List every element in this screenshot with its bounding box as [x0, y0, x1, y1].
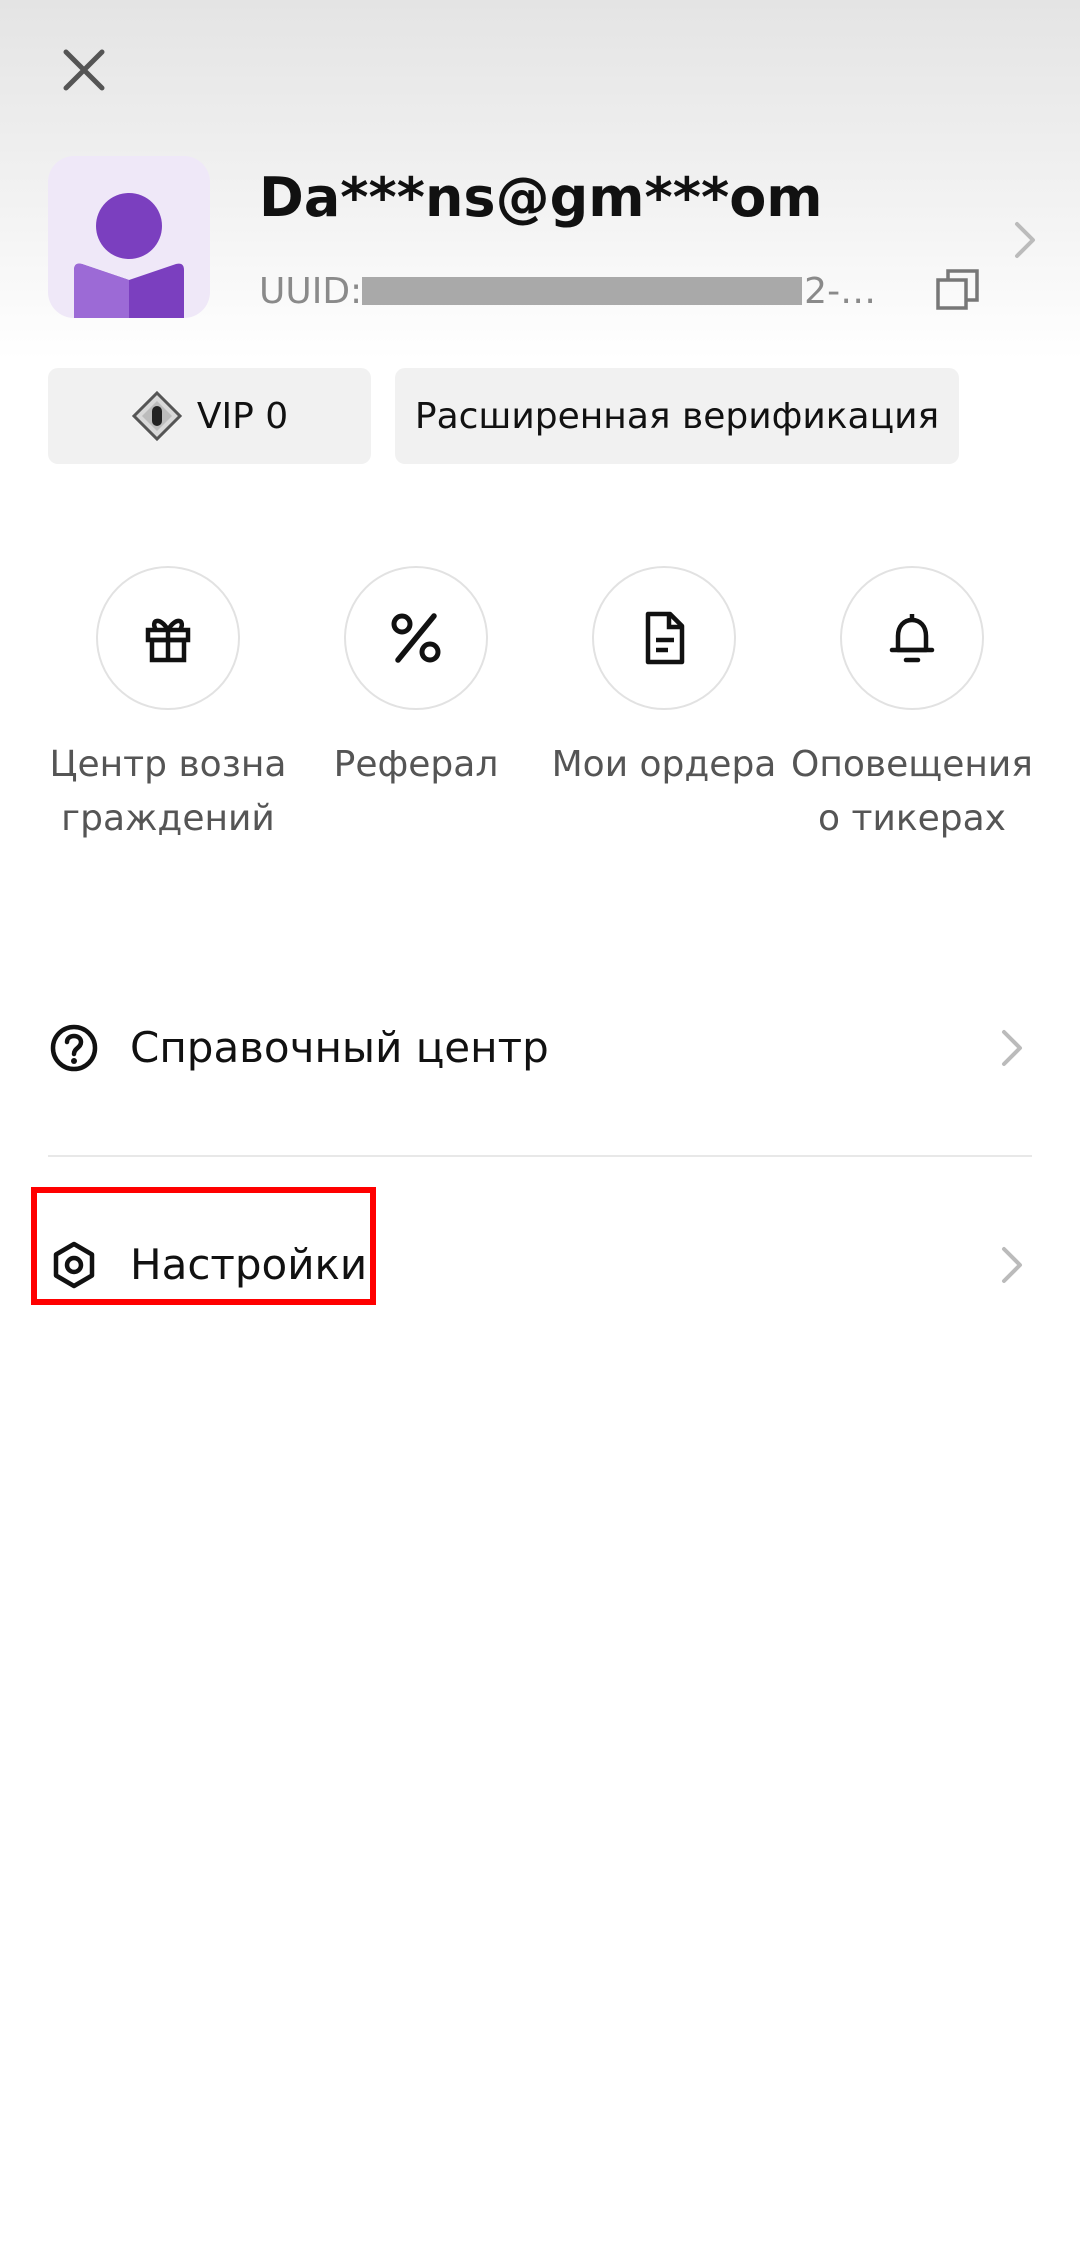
menu-item-label: Настройки: [130, 1240, 368, 1289]
bell-icon: [889, 614, 935, 663]
help-icon: [48, 1022, 100, 1074]
quick-action-circle: [344, 566, 488, 710]
close-button[interactable]: [44, 30, 124, 110]
avatar: [48, 156, 210, 318]
gift-icon: [145, 618, 191, 663]
quick-action-circle: [840, 566, 984, 710]
avatar-icon: [74, 193, 184, 318]
quick-action-label: Центр возна граждений: [49, 744, 287, 839]
menu-item-label: Справочный центр: [130, 1023, 549, 1072]
status-chips: VIP 0 Расширенная верификация: [48, 368, 959, 464]
quick-action-label: Оповещения о тикерах: [791, 744, 1033, 839]
quick-actions: Центр возна граждений Реферал Мои ордера…: [48, 566, 1033, 846]
menu-divider: [48, 1155, 1032, 1157]
menu-item-help-center[interactable]: Справочный центр: [48, 960, 1032, 1135]
quick-action-referral[interactable]: Реферал: [296, 566, 536, 846]
document-icon: [645, 611, 685, 665]
copy-icon: [936, 269, 979, 310]
chevron-right-icon: [992, 1018, 1032, 1078]
chevron-right-icon: [992, 1235, 1032, 1295]
profile-chevron[interactable]: [1000, 210, 1050, 270]
account-email: Da***ns@gm***om: [259, 166, 823, 229]
uid-label: UUID:: [259, 270, 363, 312]
advanced-verification-label: Расширенная верификация: [414, 395, 940, 437]
quick-action-my-orders[interactable]: Мои ордера: [544, 566, 784, 846]
percent-icon: [391, 613, 441, 663]
vip-diamond-icon: [131, 390, 183, 442]
copy-uid-button[interactable]: [928, 260, 988, 320]
quick-action-circle: [592, 566, 736, 710]
quick-action-label: Мои ордера: [551, 744, 777, 785]
quick-action-circle: [96, 566, 240, 710]
quick-action-rewards-center[interactable]: Центр возна граждений: [48, 566, 288, 846]
profile-menu-page: Da***ns@gm***om UUID: 2-… VIP 0 Расширен…: [0, 0, 1080, 2250]
advanced-verification-chip[interactable]: Расширенная верификация: [395, 368, 959, 464]
close-icon: [63, 49, 105, 91]
settings-icon: [48, 1239, 100, 1291]
uid-redacted: [362, 277, 803, 305]
menu-item-settings[interactable]: Настройки: [48, 1177, 1032, 1352]
vip-level-chip[interactable]: VIP 0: [48, 368, 371, 464]
profile-card[interactable]: Da***ns@gm***om UUID: 2-…: [48, 156, 1038, 320]
uid-tail: 2-…: [804, 270, 877, 312]
settings-menu: Справочный центр Настройки: [48, 960, 1032, 1352]
quick-action-ticker-alerts[interactable]: Оповещения о тикерах: [791, 566, 1033, 846]
vip-level-label: VIP 0: [196, 395, 289, 437]
chevron-right-icon: [1015, 222, 1035, 258]
uid-row: UUID: 2-…: [259, 266, 909, 316]
quick-action-label: Реферал: [333, 744, 499, 785]
